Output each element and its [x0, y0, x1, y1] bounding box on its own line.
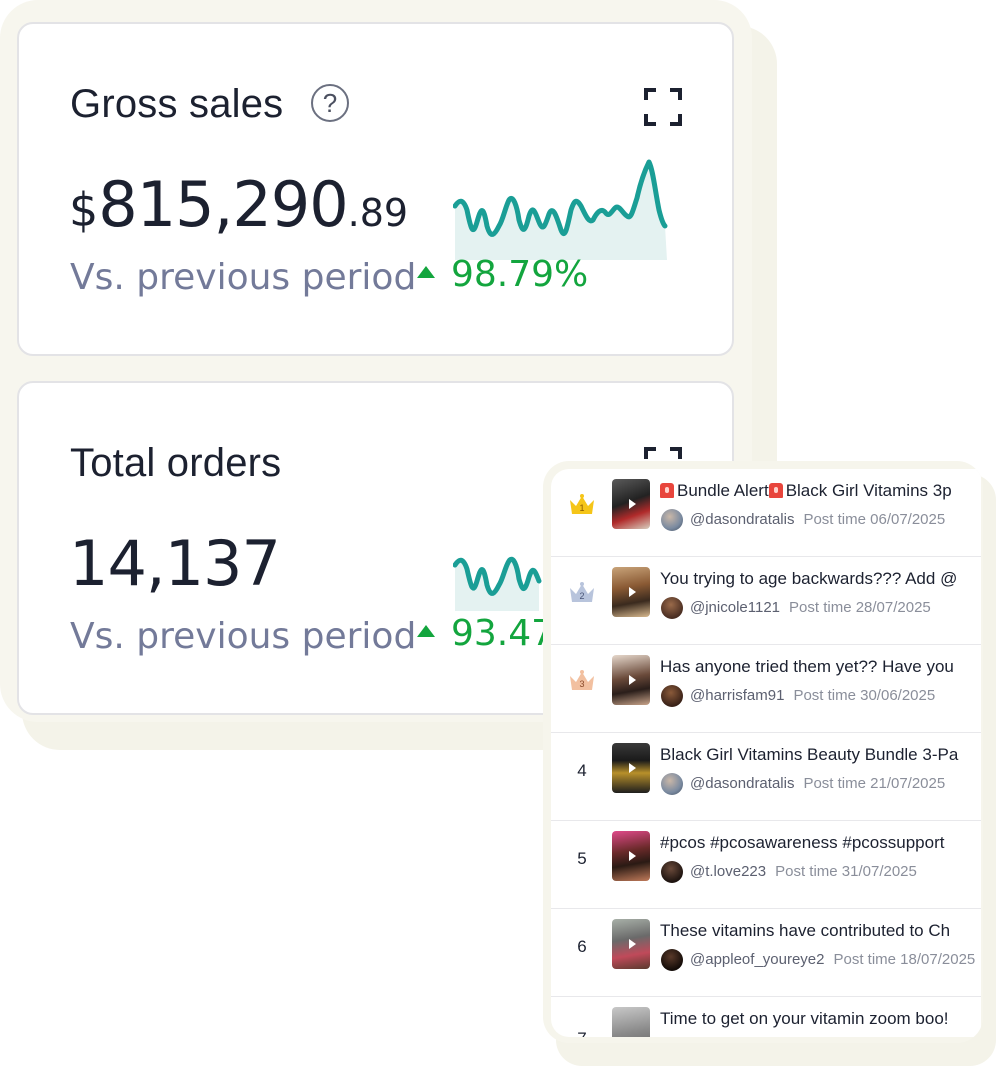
svg-text:1: 1: [579, 503, 584, 513]
gold-crown-icon: 1: [570, 494, 594, 514]
siren-icon: [768, 483, 783, 498]
gross-sales-value: $815,290.89: [69, 168, 409, 241]
video-title[interactable]: Time to get on your vitamin zoom boo!: [660, 1009, 949, 1029]
video-title[interactable]: Black Girl Vitamins Beauty Bundle 3-Pa: [660, 745, 958, 765]
video-title[interactable]: #pcos #pcosawareness #pcossupport: [660, 833, 944, 853]
video-row[interactable]: 3 Has anyone tried them yet?? Have you @…: [551, 645, 981, 733]
play-icon: [629, 939, 636, 949]
play-icon: [629, 499, 636, 509]
svg-text:2: 2: [579, 591, 584, 601]
play-icon: [629, 675, 636, 685]
creator-handle[interactable]: @jnicole1121 Post time 28/07/2025: [690, 599, 931, 616]
gross-sales-change: 98.79%: [417, 254, 588, 295]
creator-handle[interactable]: @dasondratalis Post time 06/07/2025: [690, 511, 945, 528]
video-title[interactable]: Has anyone tried them yet?? Have you: [660, 657, 954, 677]
video-row[interactable]: 7 Time to get on your vitamin zoom boo!: [551, 997, 981, 1037]
video-title[interactable]: You trying to age backwards??? Add @: [660, 569, 957, 589]
creator-handle[interactable]: @harrisfam91 Post time 30/06/2025: [690, 687, 935, 704]
total-orders-title: Total orders: [70, 441, 282, 485]
video-title[interactable]: Bundle Alert Black Girl Vitamins 3p: [660, 481, 952, 501]
creator-handle[interactable]: @appleof_youreye2 Post time 18/07/2025: [690, 951, 975, 968]
video-thumbnail[interactable]: [612, 479, 650, 529]
rank-number: 4: [577, 761, 587, 780]
gross-sales-card: Gross sales ? $815,290.89 Vs. previous p…: [17, 22, 734, 356]
creator-handle[interactable]: @dasondratalis Post time 21/07/2025: [690, 775, 945, 792]
gross-sales-compare-label: Vs. previous period: [70, 257, 417, 298]
gross-sales-sparkline: [453, 159, 668, 260]
avatar[interactable]: [661, 861, 683, 883]
post-time: Post time 28/07/2025: [789, 599, 931, 616]
post-time: Post time 06/07/2025: [803, 511, 946, 528]
post-time: Post time 18/07/2025: [833, 951, 976, 968]
video-row[interactable]: 5 #pcos #pcosawareness #pcossupport @t.l…: [551, 821, 981, 909]
video-row[interactable]: 1 Bundle Alert Black Girl Vitamins 3p @da…: [551, 469, 981, 557]
total-orders-compare-label: Vs. previous period: [70, 616, 417, 657]
video-list-panel: 1 Bundle Alert Black Girl Vitamins 3p @da…: [543, 461, 983, 1043]
video-row[interactable]: 2 You trying to age backwards??? Add @ @…: [551, 557, 981, 645]
rank-number: 6: [577, 937, 587, 956]
help-icon[interactable]: ?: [311, 84, 349, 122]
video-title[interactable]: These vitamins have contributed to Ch: [660, 921, 950, 941]
up-arrow-icon: [417, 266, 435, 278]
avatar[interactable]: [661, 685, 683, 707]
svg-text:3: 3: [579, 679, 584, 689]
up-arrow-icon: [417, 625, 435, 637]
creator-handle[interactable]: @t.love223 Post time 31/07/2025: [690, 863, 917, 880]
video-thumbnail[interactable]: [612, 743, 650, 793]
rank-number: 5: [577, 849, 587, 868]
avatar[interactable]: [661, 597, 683, 619]
avatar[interactable]: [661, 509, 683, 531]
video-row[interactable]: 4 Black Girl Vitamins Beauty Bundle 3-Pa…: [551, 733, 981, 821]
total-orders-change: 93.47: [417, 613, 554, 654]
play-icon: [629, 587, 636, 597]
play-icon: [629, 851, 636, 861]
siren-icon: [660, 483, 674, 498]
video-thumbnail[interactable]: [612, 919, 650, 969]
video-thumbnail[interactable]: [612, 831, 650, 881]
video-thumbnail[interactable]: [612, 567, 650, 617]
post-time: Post time 30/06/2025: [793, 687, 936, 704]
avatar[interactable]: [661, 773, 683, 795]
expand-icon[interactable]: [644, 88, 682, 126]
video-row[interactable]: 6 These vitamins have contributed to Ch …: [551, 909, 981, 997]
post-time: Post time 31/07/2025: [775, 863, 917, 880]
bronze-crown-icon: 3: [570, 670, 594, 690]
total-orders-value: 14,137: [69, 527, 281, 600]
video-list: 1 Bundle Alert Black Girl Vitamins 3p @da…: [551, 469, 981, 1037]
play-icon: [629, 763, 636, 773]
gross-sales-title: Gross sales: [70, 82, 284, 126]
video-thumbnail[interactable]: [612, 1007, 650, 1037]
video-thumbnail[interactable]: [612, 655, 650, 705]
post-time: Post time 21/07/2025: [803, 775, 946, 792]
avatar[interactable]: [661, 949, 683, 971]
rank-number: 7: [567, 1029, 597, 1037]
silver-crown-icon: 2: [570, 582, 594, 602]
